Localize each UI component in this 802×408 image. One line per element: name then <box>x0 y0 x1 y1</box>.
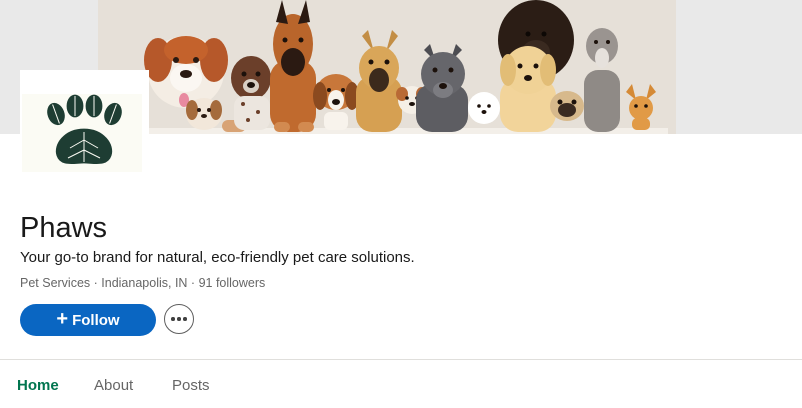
more-options-button[interactable] <box>164 304 194 334</box>
dog-great-dane <box>270 0 316 132</box>
company-page-card: Phaws Your go-to brand for natural, eco-… <box>0 0 802 408</box>
dog-labrador <box>500 46 556 132</box>
tab-home[interactable]: Home <box>17 377 59 395</box>
follow-button-label: Follow <box>72 311 120 329</box>
dog-small-shihtzu <box>186 98 222 130</box>
logo-background <box>22 93 142 172</box>
dog-white-spitz <box>468 92 500 124</box>
company-tagline: Your go-to brand for natural, eco-friend… <box>20 249 415 266</box>
meta-separator: · <box>187 276 199 290</box>
company-logo[interactable] <box>20 70 149 178</box>
company-location: Indianapolis, IN <box>101 276 188 290</box>
company-followers[interactable]: 91 followers <box>199 276 266 290</box>
company-name: Phaws <box>20 212 108 244</box>
company-industry: Pet Services <box>20 276 91 290</box>
tab-posts[interactable]: Posts <box>172 377 210 395</box>
meta-separator: · <box>90 276 102 290</box>
dog-pointer <box>231 56 271 130</box>
dog-pug <box>550 91 584 121</box>
leaf-paw-print-logo-icon <box>45 93 124 166</box>
page-tabs: Home About Posts <box>0 360 802 408</box>
follow-button[interactable]: + Follow <box>20 304 156 336</box>
tab-about[interactable]: About <box>94 377 133 395</box>
plus-icon: + <box>56 308 69 330</box>
dog-greyhound <box>584 28 620 132</box>
more-horizontal-icon <box>171 317 187 321</box>
dogs-banner-graphic <box>98 0 676 134</box>
company-meta: Pet Services · Indianapolis, IN · 91 fol… <box>20 275 265 291</box>
dogs-illustration <box>98 0 676 134</box>
